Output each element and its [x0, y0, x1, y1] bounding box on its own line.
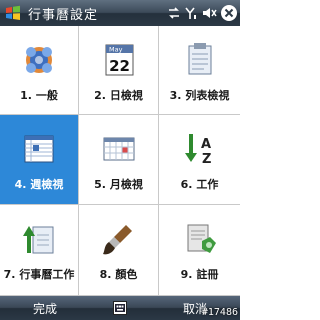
month-view-icon — [99, 129, 139, 169]
grid-item-tasks[interactable]: A Z 6. 工作 — [159, 115, 240, 205]
grid-item-day-view[interactable]: May 22 2. 日檢視 — [79, 26, 159, 115]
grid-item-list-view[interactable]: 3. 列表檢視 — [159, 26, 240, 115]
title-bar: 行事曆設定 — [0, 0, 240, 26]
grid-item-label: 2. 日檢視 — [94, 89, 143, 102]
sort-az-icon: A Z — [180, 129, 220, 169]
grid-item-label: 3. 列表檢視 — [169, 89, 230, 102]
grid-item-label: 6. 工作 — [180, 178, 219, 191]
grid-item-label: 5. 月檢視 — [94, 178, 143, 191]
watermark-text: #17486 — [201, 307, 238, 318]
grid-item-label: 7. 行事曆工作 — [3, 268, 75, 281]
page-title: 行事曆設定 — [28, 7, 99, 23]
grid-item-label: 4. 週檢視 — [14, 178, 64, 191]
grid-item-label: 1. 一般 — [20, 89, 58, 102]
close-icon[interactable] — [220, 4, 238, 22]
upload-task-icon — [19, 219, 59, 259]
sync-icon[interactable] — [167, 6, 181, 20]
calendar-month-text: May — [109, 46, 123, 54]
grid-item-calendar-tasks[interactable]: 7. 行事曆工作 — [0, 205, 79, 296]
signal-icon[interactable] — [184, 6, 198, 20]
grid-item-general[interactable]: 1. 一般 — [0, 26, 79, 115]
paintbrush-icon — [99, 219, 139, 259]
sort-letter-a: A — [201, 137, 211, 152]
day-calendar-icon: May 22 — [99, 40, 139, 80]
grid-item-month-view[interactable]: 5. 月檢視 — [79, 115, 159, 205]
general-icon — [19, 40, 59, 80]
volume-icon[interactable] — [201, 6, 217, 20]
grid-item-label: 8. 顏色 — [99, 268, 138, 281]
keyboard-icon[interactable] — [113, 301, 127, 315]
sort-letter-z: Z — [202, 152, 211, 167]
windows-start-icon[interactable] — [0, 0, 26, 26]
list-clipboard-icon — [180, 40, 220, 80]
calendar-day-text: 22 — [109, 57, 130, 75]
settings-grid: 1. 一般 May 22 2. 日檢視 3. 列表檢視 4. 週檢視 5. 月檢… — [0, 26, 240, 296]
grid-item-color[interactable]: 8. 顏色 — [79, 205, 159, 296]
week-view-icon — [19, 129, 59, 169]
grid-item-label: 9. 註冊 — [180, 268, 219, 281]
register-icon — [180, 219, 220, 259]
grid-item-week-view[interactable]: 4. 週檢視 — [0, 115, 79, 205]
done-button[interactable]: 完成 — [0, 300, 90, 317]
grid-item-register[interactable]: 9. 註冊 — [159, 205, 240, 296]
